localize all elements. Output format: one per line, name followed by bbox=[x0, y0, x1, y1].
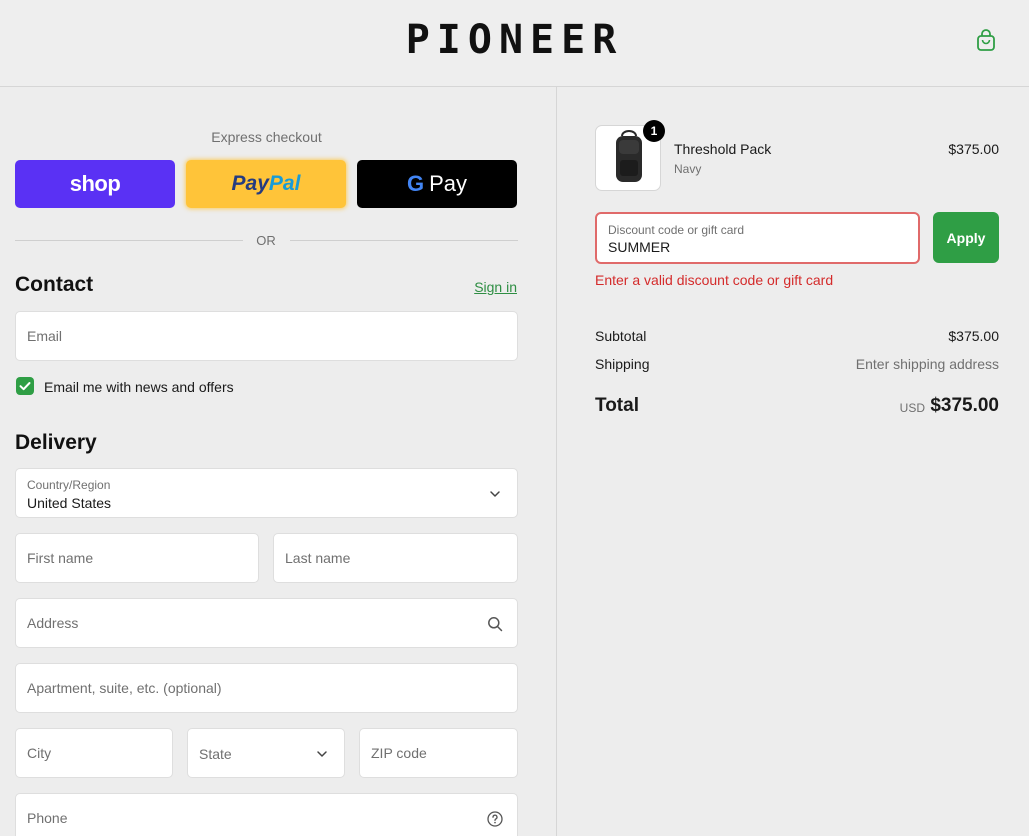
zip-input[interactable] bbox=[360, 729, 517, 777]
total-amount: $375.00 bbox=[930, 395, 999, 416]
product-price: $375.00 bbox=[948, 141, 999, 157]
site-header: PIONEER bbox=[0, 0, 1029, 87]
product-name: Threshold Pack bbox=[674, 141, 772, 157]
discount-code-field[interactable]: Discount code or gift card SUMMER bbox=[595, 212, 920, 264]
google-pay-label: Pay bbox=[429, 171, 468, 196]
total-label: Total bbox=[595, 395, 639, 416]
phone-input[interactable] bbox=[16, 794, 517, 836]
zip-field[interactable] bbox=[359, 728, 518, 778]
paypal-label-part2: Pal bbox=[268, 172, 301, 195]
subtotal-value: $375.00 bbox=[948, 328, 999, 344]
google-pay-button[interactable]: G Pay bbox=[357, 160, 517, 208]
chevron-down-icon bbox=[490, 491, 500, 497]
apartment-field[interactable] bbox=[15, 663, 518, 713]
checkout-form-panel: Express checkout shop Pay Pal G Pay OR Co… bbox=[0, 87, 557, 836]
search-icon bbox=[488, 617, 503, 632]
brand-logo[interactable]: PIONEER bbox=[0, 17, 1029, 63]
discount-code-label: Discount code or gift card bbox=[608, 223, 745, 237]
or-divider: OR bbox=[15, 232, 518, 248]
first-name-field[interactable] bbox=[15, 533, 259, 583]
address-field[interactable] bbox=[15, 598, 518, 648]
address-input[interactable] bbox=[16, 599, 517, 647]
divider-line-left bbox=[15, 240, 243, 241]
paypal-button[interactable]: Pay Pal bbox=[186, 160, 346, 208]
total-currency: USD bbox=[899, 401, 925, 415]
apply-discount-button[interactable]: Apply bbox=[933, 212, 999, 263]
help-icon[interactable] bbox=[487, 811, 503, 827]
subtotal-label: Subtotal bbox=[595, 328, 647, 344]
google-g-icon: G bbox=[406, 171, 425, 196]
order-summary-panel: 1 Threshold Pack Navy $375.00 Discount c… bbox=[557, 87, 1029, 836]
city-input[interactable] bbox=[16, 729, 172, 777]
country-select[interactable]: Country/Region United States bbox=[15, 468, 518, 518]
shipping-value: Enter shipping address bbox=[855, 356, 999, 372]
delivery-title: Delivery bbox=[15, 431, 97, 454]
email-field[interactable] bbox=[15, 311, 518, 361]
chevron-down-icon bbox=[317, 751, 327, 757]
shop-pay-label: shop bbox=[69, 171, 121, 196]
first-name-input[interactable] bbox=[16, 534, 258, 582]
apartment-input[interactable] bbox=[16, 664, 517, 712]
country-value: United States bbox=[27, 495, 112, 511]
last-name-input[interactable] bbox=[274, 534, 517, 582]
paypal-label-part1: Pay bbox=[231, 172, 269, 195]
shop-pay-button[interactable]: shop bbox=[15, 160, 175, 208]
express-checkout-label: Express checkout bbox=[211, 129, 322, 145]
shipping-label: Shipping bbox=[595, 356, 650, 372]
sign-in-link[interactable]: Sign in bbox=[474, 279, 517, 295]
divider-line-right bbox=[290, 240, 518, 241]
state-select[interactable]: State bbox=[187, 728, 345, 778]
product-variant: Navy bbox=[674, 162, 702, 176]
discount-code-value[interactable]: SUMMER bbox=[608, 239, 670, 255]
quantity-badge: 1 bbox=[643, 120, 665, 142]
checkmark-icon bbox=[19, 382, 31, 391]
contact-title: Contact bbox=[15, 273, 94, 296]
discount-error-message: Enter a valid discount code or gift card bbox=[595, 272, 834, 288]
last-name-field[interactable] bbox=[273, 533, 518, 583]
or-label: OR bbox=[256, 233, 276, 248]
shopping-bag-icon[interactable] bbox=[975, 28, 997, 52]
email-input[interactable] bbox=[16, 312, 517, 360]
country-label: Country/Region bbox=[27, 478, 111, 492]
state-label: State bbox=[199, 746, 232, 762]
newsletter-label: Email me with news and offers bbox=[44, 379, 234, 395]
phone-field[interactable] bbox=[15, 793, 518, 836]
newsletter-checkbox[interactable] bbox=[16, 377, 34, 395]
city-field[interactable] bbox=[15, 728, 173, 778]
